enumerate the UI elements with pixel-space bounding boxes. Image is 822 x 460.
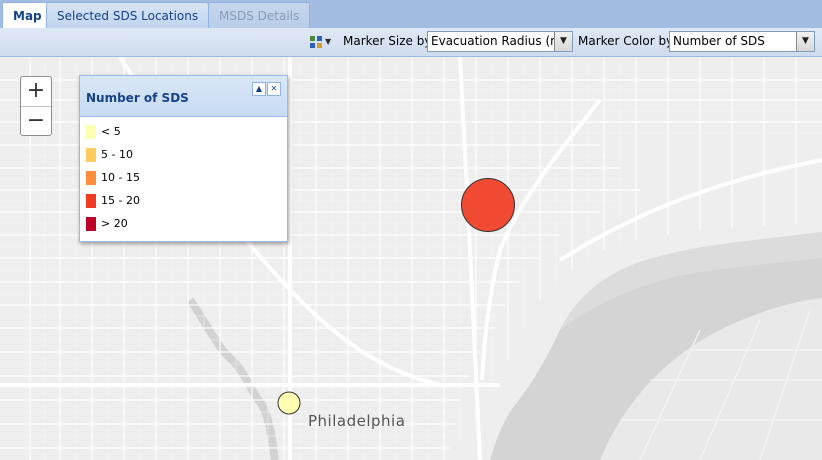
legend-label: 15 - 20 xyxy=(101,194,140,207)
legend-swatch xyxy=(86,194,96,208)
legend-item: < 5 xyxy=(86,125,121,141)
legend-title: Number of SDS xyxy=(86,91,189,105)
legend-swatch xyxy=(86,148,96,162)
legend-panel: Number of SDS ▲ ✕ < 5 5 - 10 10 - 15 15 … xyxy=(79,75,288,242)
legend-label: > 20 xyxy=(101,217,128,230)
legend-swatch xyxy=(86,217,96,231)
legend-label: 10 - 15 xyxy=(101,171,140,184)
tab-msds-details: MSDS Details xyxy=(208,2,311,28)
tab-bar: Map Selected SDS Locations MSDS Details xyxy=(0,0,822,29)
layout-dropdown-arrow-icon[interactable]: ▼ xyxy=(325,37,331,46)
close-icon[interactable]: ✕ xyxy=(267,82,281,96)
zoom-out-button[interactable]: − xyxy=(21,106,51,136)
legend-header[interactable]: Number of SDS ▲ ✕ xyxy=(80,76,287,117)
zoom-control: + − xyxy=(20,76,52,136)
zoom-in-button[interactable]: + xyxy=(21,77,51,106)
map-marker-small[interactable] xyxy=(277,391,301,415)
map-marker-large[interactable] xyxy=(461,178,515,232)
marker-color-label: Marker Color by xyxy=(578,34,674,48)
legend-label: < 5 xyxy=(101,125,121,138)
chevron-down-icon[interactable]: ▼ xyxy=(554,32,572,51)
marker-color-value: Number of SDS xyxy=(673,34,765,48)
legend-item: 10 - 15 xyxy=(86,171,140,187)
tab-selected-sds-locations[interactable]: Selected SDS Locations xyxy=(46,2,210,28)
legend-item: 5 - 10 xyxy=(86,148,133,164)
legend-label: 5 - 10 xyxy=(101,148,133,161)
legend-swatch xyxy=(86,125,96,139)
marker-size-value: Evacuation Radius (m) xyxy=(431,34,567,48)
legend-item: 15 - 20 xyxy=(86,194,140,210)
marker-size-label: Marker Size by xyxy=(343,34,432,48)
grid-layout-icon[interactable] xyxy=(309,35,323,49)
legend-swatch xyxy=(86,171,96,185)
legend-item: > 20 xyxy=(86,217,128,233)
collapse-icon[interactable]: ▲ xyxy=(252,82,266,96)
marker-size-select[interactable]: Evacuation Radius (m) ▼ xyxy=(427,31,573,52)
marker-color-select[interactable]: Number of SDS ▼ xyxy=(669,31,815,52)
city-label: Philadelphia xyxy=(308,412,406,430)
map-toolbar: ▼ Marker Size by Evacuation Radius (m) ▼… xyxy=(0,28,822,57)
chevron-down-icon[interactable]: ▼ xyxy=(796,32,814,51)
